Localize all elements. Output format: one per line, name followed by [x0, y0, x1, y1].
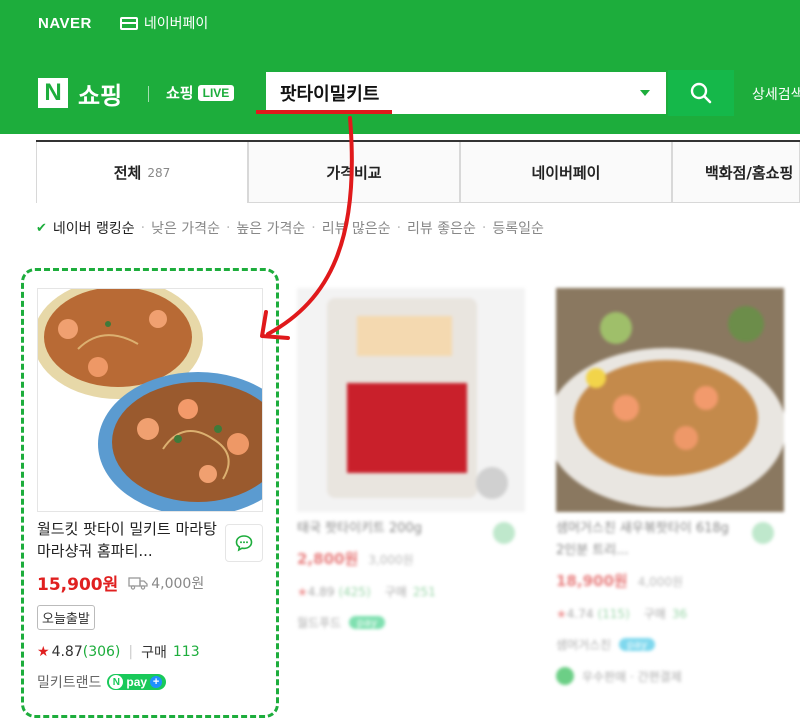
purchase-label: 구매 — [643, 607, 666, 621]
purchase-count: 251 — [412, 584, 436, 599]
product-price: 18,900원 — [556, 572, 628, 590]
price-row: 2,800원 3,000원 — [297, 548, 525, 569]
npay-badge: pay — [349, 616, 386, 629]
tab-department-store-label: 백화점/홈쇼핑 — [705, 163, 794, 182]
product-price: 2,800원 — [297, 550, 359, 568]
seller-grade-icon — [556, 667, 574, 685]
sort-separator: · — [481, 220, 487, 236]
advanced-search-link[interactable]: 상세검색 — [752, 84, 800, 104]
sort-ranking[interactable]: 네이버 랭킹순 — [53, 218, 135, 238]
shipping-fee: 3,000원 — [368, 553, 414, 567]
seller-name[interactable]: 월드푸드 — [297, 614, 341, 631]
product-image[interactable] — [297, 288, 525, 512]
purchase-label: 구매 — [384, 585, 407, 599]
seller-extra: 우수판매 · 간편결제 — [556, 667, 800, 685]
sort-separator: · — [396, 220, 402, 236]
shopping-header: N 쇼핑 쇼핑 LIVE 팟타이밀키트 상세검색 — [0, 46, 800, 134]
sort-separator: · — [311, 220, 316, 236]
review-count[interactable]: (115) — [597, 607, 629, 621]
rating-value: 4.74 — [566, 606, 594, 621]
tab-naver-pay-label: 네이버페이 — [531, 163, 601, 182]
result-tabs: 전체 287 가격비교 네이버페이 백화점/홈쇼핑 — [36, 140, 800, 203]
sort-high-price[interactable]: 높은 가격순 — [236, 218, 305, 238]
tab-all-count: 287 — [147, 165, 171, 180]
naver-n-logo[interactable]: N — [38, 78, 68, 108]
rating-value: 4.89 — [307, 584, 335, 599]
product-card: 태국 팟타이키트 200g 2,800원 3,000원 ★ 4.89 (425)… — [297, 288, 525, 631]
tab-all[interactable]: 전체 287 — [36, 142, 248, 203]
sort-separator: · — [140, 220, 146, 236]
divider — [148, 86, 149, 102]
naver-pay-link[interactable]: 네이버페이 — [119, 13, 209, 33]
package-image — [327, 298, 508, 499]
product-title[interactable]: 샘머거스친 새우볶팟타이 618g 2인분 트리... — [556, 518, 738, 562]
star-icon: ★ — [297, 584, 308, 599]
search-icon — [690, 82, 712, 104]
sort-low-price[interactable]: 낮은 가격순 — [151, 218, 220, 238]
rating-row: ★ 4.89 (425) 구매 251 — [297, 583, 525, 600]
naver-pay-label: 네이버페이 — [143, 16, 209, 32]
search-button[interactable] — [668, 70, 734, 116]
shopping-live-label: 쇼핑 — [166, 84, 194, 102]
tab-all-label: 전체 — [113, 164, 142, 182]
highlight-frame — [21, 268, 279, 718]
search-input[interactable]: 팟타이밀키트 — [264, 70, 668, 116]
pad-thai-plate-image — [556, 288, 784, 512]
shipping-fee: 4,000원 — [637, 575, 684, 589]
npay-badge: pay — [619, 638, 656, 651]
star-icon: ★ — [556, 606, 567, 621]
talk-button[interactable] — [752, 522, 774, 544]
tab-naver-pay[interactable]: 네이버페이 — [460, 142, 672, 203]
naver-logo[interactable]: NAVER — [38, 15, 92, 32]
product-image[interactable] — [556, 288, 784, 512]
sort-newest[interactable]: 등록일순 — [492, 218, 544, 238]
sort-good-reviews[interactable]: 리뷰 좋은순 — [407, 218, 476, 238]
price-row: 18,900원 4,000원 — [556, 570, 800, 591]
tab-price-compare-label: 가격비교 — [326, 163, 382, 182]
top-bar: NAVER 네이버페이 — [0, 0, 800, 46]
rating-row: ★ 4.74 (115) 구매 36 — [556, 605, 800, 622]
purchase-count: 36 — [671, 606, 688, 621]
seller-extra-text: 우수판매 · 간편결제 — [582, 669, 682, 684]
review-count[interactable]: (425) — [338, 585, 370, 599]
sort-options: ✔ 네이버 랭킹순 · 낮은 가격순 · 높은 가격순 · 리뷰 많은순 · 리… — [36, 218, 544, 238]
shopping-live-link[interactable]: 쇼핑 LIVE — [166, 82, 235, 103]
shopping-title[interactable]: 쇼핑 — [78, 76, 122, 111]
seller-row: 월드푸드 pay — [297, 614, 525, 631]
check-icon: ✔ — [36, 220, 47, 236]
product-card: 샘머거스친 새우볶팟타이 618g 2인분 트리... 18,900원 4,00… — [556, 288, 800, 685]
product-title[interactable]: 태국 팟타이키트 200g — [297, 518, 479, 540]
search-query-text: 팟타이밀키트 — [280, 84, 380, 105]
autocomplete-toggle-icon[interactable] — [640, 90, 650, 96]
sort-many-reviews[interactable]: 리뷰 많은순 — [322, 218, 391, 238]
seller-row: 샘머거스친 pay — [556, 636, 800, 653]
sort-separator: · — [225, 220, 231, 236]
tab-price-compare[interactable]: 가격비교 — [248, 142, 460, 203]
card-icon — [119, 16, 138, 30]
seller-name[interactable]: 샘머거스친 — [556, 636, 611, 653]
live-badge: LIVE — [197, 84, 235, 101]
tab-department-store[interactable]: 백화점/홈쇼핑 — [672, 142, 800, 203]
talk-button[interactable] — [493, 522, 515, 544]
